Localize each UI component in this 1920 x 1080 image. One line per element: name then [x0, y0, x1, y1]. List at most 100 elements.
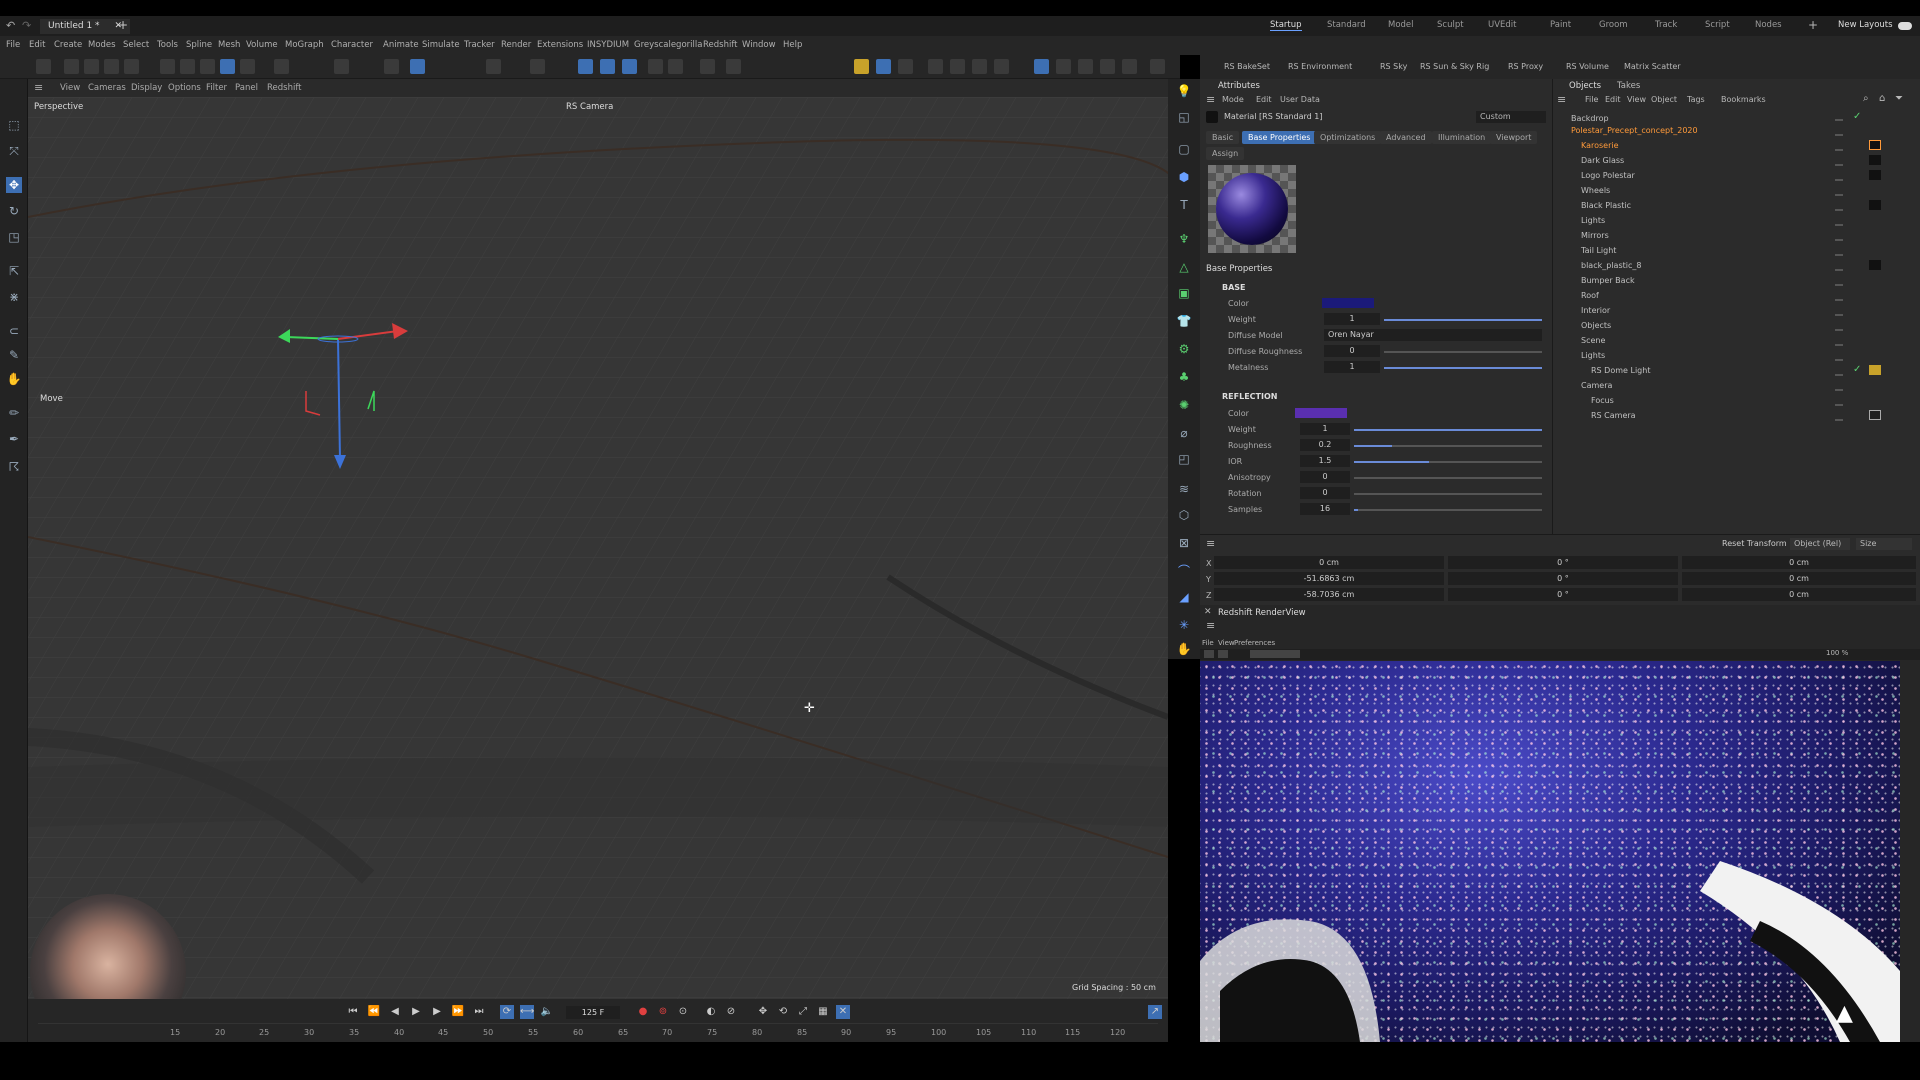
key-scale-icon[interactable]: ⤢ — [796, 1005, 810, 1019]
attributes-menu-edit[interactable]: Edit — [1256, 95, 1272, 104]
attributes-menu-user-data[interactable]: User Data — [1280, 95, 1320, 104]
material-tag-icon[interactable] — [1869, 140, 1881, 150]
menu-greyscalegorilla[interactable]: Greyscalegorilla — [634, 40, 702, 50]
render-menu-preferences[interactable]: Preferences — [1234, 639, 1275, 647]
rs-snapshot-icon[interactable] — [1078, 59, 1093, 74]
add-tab-icon[interactable]: + — [118, 18, 128, 32]
light-bulb-icon[interactable]: 💡 — [1176, 83, 1192, 99]
menu-create[interactable]: Create — [54, 40, 82, 50]
render-menu-view[interactable]: View — [1218, 639, 1235, 647]
viewport-menu-view[interactable]: View — [60, 83, 80, 93]
menu-redshift[interactable]: Redshift — [703, 40, 738, 50]
menu-volume[interactable]: Volume — [246, 40, 278, 50]
play-icon[interactable]: ▶ — [409, 1005, 423, 1019]
volume-object-icon[interactable]: ⬡ — [1176, 507, 1192, 523]
points-mode-icon[interactable] — [180, 59, 195, 74]
viewport-menu-panel[interactable]: Panel — [235, 83, 258, 93]
go-to-start-icon[interactable]: ⏮ — [346, 1005, 360, 1019]
render-start-icon[interactable] — [1204, 650, 1214, 658]
null-object-icon[interactable]: ▢ — [1176, 141, 1192, 157]
reflection-color-swatch[interactable] — [1295, 408, 1347, 418]
field-object-icon[interactable]: ♣ — [1176, 369, 1192, 385]
menu-select[interactable]: Select — [123, 40, 149, 50]
rs-volume-button[interactable]: RS Volume — [1566, 62, 1609, 71]
rotate-tool-icon[interactable]: ↻ — [6, 203, 22, 219]
object-item-camera[interactable]: Camera — [1581, 381, 1612, 390]
autokey-icon[interactable]: ⊚ — [656, 1005, 670, 1019]
object-item-black-plastic-8[interactable]: black_plastic_8 — [1581, 261, 1641, 270]
render-settings-icon[interactable] — [898, 59, 913, 74]
key-move-icon[interactable]: ✥ — [756, 1005, 770, 1019]
tab-takes[interactable]: Takes — [1617, 81, 1640, 91]
render-aov-dropdown[interactable] — [1250, 650, 1300, 658]
rs-bakeset-button[interactable]: RS BakeSet — [1224, 62, 1270, 71]
tab-basic[interactable]: Basic — [1206, 131, 1240, 144]
object-item-focus[interactable]: Focus — [1591, 396, 1614, 405]
tool-object-icon[interactable]: ✋ — [1176, 641, 1192, 657]
viewport-menu-icon[interactable]: ≡ — [34, 81, 43, 94]
move-gizmo[interactable] — [278, 319, 418, 479]
size-z-field[interactable]: 0 cm — [1682, 588, 1916, 601]
material-tag-icon[interactable] — [1869, 170, 1881, 180]
previous-key-icon[interactable]: ⏪ — [367, 1005, 381, 1019]
rs-environment-button[interactable]: RS Environment — [1288, 62, 1352, 71]
object-item-mirrors[interactable]: Mirrors — [1581, 231, 1609, 240]
menu-help[interactable]: Help — [783, 40, 802, 50]
move-tool-icon[interactable]: ✥ — [6, 177, 22, 193]
rotation-b-field[interactable]: 0 ° — [1448, 588, 1678, 601]
anisotropy-slider[interactable] — [1354, 477, 1542, 479]
pen-tool-icon[interactable]: ✒ — [6, 431, 22, 447]
object-item-tail-light[interactable]: Tail Light — [1581, 246, 1616, 255]
polygons-mode-icon[interactable] — [220, 59, 235, 74]
go-to-end-icon[interactable]: ⏭ — [472, 1005, 486, 1019]
attributes-menu-mode[interactable]: Mode — [1222, 95, 1244, 104]
object-item-scene[interactable]: Scene — [1581, 336, 1605, 345]
material-tag-icon[interactable] — [1869, 260, 1881, 270]
object-item-wheels[interactable]: Wheels — [1581, 186, 1610, 195]
position-y-field[interactable]: -51.6863 cm — [1214, 572, 1444, 585]
viewport-menu-display[interactable]: Display — [131, 83, 162, 93]
ruler-object-icon[interactable]: ◢ — [1176, 589, 1192, 605]
brush-tool-icon[interactable]: ✏ — [6, 405, 22, 421]
cloner-icon[interactable] — [622, 59, 637, 74]
layout-tab-sculpt[interactable]: Sculpt — [1437, 20, 1464, 30]
menu-mograph[interactable]: MoGraph — [285, 40, 324, 50]
effector-object-icon[interactable]: ⚙ — [1176, 341, 1192, 357]
render-view-icon[interactable] — [854, 59, 869, 74]
tab-assign[interactable]: Assign — [1206, 147, 1245, 160]
motion-record-icon[interactable]: ◐ — [704, 1005, 718, 1019]
layout-tab-uvedit[interactable]: UVEdit — [1488, 20, 1517, 30]
size-y-field[interactable]: 0 cm — [1682, 572, 1916, 585]
layers-icon[interactable] — [36, 59, 51, 74]
menu-character[interactable]: Character — [331, 40, 373, 50]
cube-object-icon[interactable]: ⬢ — [1176, 169, 1192, 185]
tab-objects[interactable]: Objects — [1569, 81, 1601, 91]
cube-icon[interactable] — [530, 59, 545, 74]
diffuse-model-dropdown[interactable]: Oren Nayar — [1324, 329, 1542, 341]
render-image[interactable]: ▲ — [1200, 661, 1900, 1042]
key-pla-icon[interactable]: ✕ — [836, 1005, 850, 1019]
spline-object-icon[interactable]: ⌒ — [1176, 563, 1192, 579]
filter-icon[interactable]: ⏷ — [1895, 93, 1903, 104]
magnet-tool-icon[interactable]: ⊂ — [6, 323, 22, 339]
object-item-dark-glass[interactable]: Dark Glass — [1581, 156, 1624, 165]
current-frame-field[interactable]: 125 F — [566, 1006, 620, 1019]
menu-simulate[interactable]: Simulate — [422, 40, 460, 50]
rs-aov-icon[interactable] — [1150, 59, 1165, 74]
next-key-icon[interactable]: ⏩ — [451, 1005, 465, 1019]
mograph-object-icon[interactable]: ▣ — [1176, 285, 1192, 301]
camera-icon[interactable] — [700, 59, 715, 74]
object-item-interior[interactable]: Interior — [1581, 306, 1610, 315]
base-weight-slider[interactable] — [1384, 319, 1542, 321]
frame-rate-icon[interactable]: ⟷ — [520, 1005, 534, 1019]
menu-spline[interactable]: Spline — [186, 40, 212, 50]
soft-selection-icon[interactable]: ⋇ — [6, 289, 22, 305]
objects-menu-bookmarks[interactable]: Bookmarks — [1721, 95, 1766, 104]
rs-proxy-icon[interactable] — [1100, 59, 1115, 74]
rotation-h-field[interactable]: 0 ° — [1448, 556, 1678, 569]
reflection-section-heading[interactable]: REFLECTION — [1222, 392, 1277, 401]
layout-tab-track[interactable]: Track — [1655, 20, 1677, 30]
floor-icon[interactable] — [668, 59, 683, 74]
text-object-icon[interactable]: T — [1176, 197, 1192, 213]
emitter-object-icon[interactable]: ✳ — [1176, 617, 1192, 633]
